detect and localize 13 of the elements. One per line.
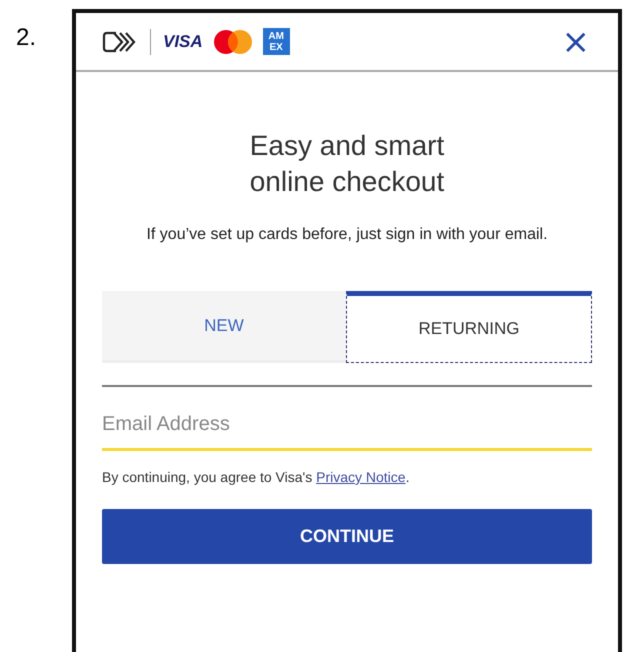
close-button[interactable]: × [562, 24, 590, 58]
visa-logo: VISA [163, 32, 203, 52]
checkout-subtitle: If you’ve set up cards before, just sign in with your email. [145, 225, 549, 245]
tab[interactable]: NEW [102, 291, 346, 363]
mastercard-logo [212, 28, 253, 54]
consent-text: By continuing, you agree to Visa's Privacy Notice. [102, 469, 410, 485]
amex-logo: AM EX [262, 28, 290, 55]
tab[interactable]: RETURNING [346, 291, 592, 363]
privacy-notice-link[interactable]: Privacy Notice [316, 469, 406, 485]
checkout-title: Easy and smart online checkout [248, 129, 446, 199]
continue-button[interactable]: CONTINUE [102, 509, 592, 564]
chevron-card-icon [102, 30, 138, 52]
step-number: 2. [15, 23, 38, 52]
